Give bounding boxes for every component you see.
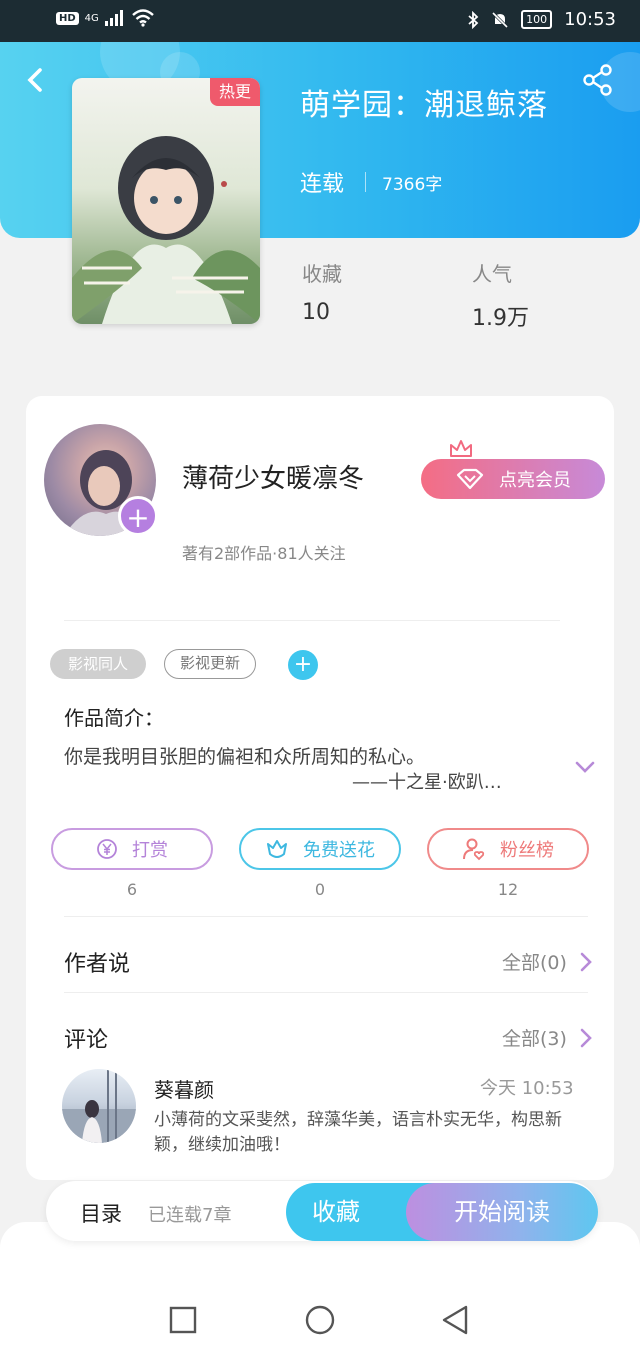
author-says-title: 作者说 — [64, 952, 131, 977]
avatar-illustration — [62, 1069, 136, 1143]
divider — [365, 172, 366, 192]
recent-apps-icon[interactable] — [169, 1306, 197, 1334]
fan-count: 12 — [497, 880, 519, 899]
popularity-label: 人气 — [472, 262, 512, 286]
yen-icon — [97, 839, 117, 859]
tip-label: 打赏 — [132, 840, 168, 861]
status-right: 100 10:53 — [467, 9, 616, 30]
start-reading-button[interactable]: 开始阅读 — [406, 1183, 598, 1241]
comments-more[interactable]: 全部(3) — [502, 1024, 593, 1051]
serial-status: 连载 — [300, 172, 345, 197]
tip-count: 6 — [126, 880, 138, 899]
fan-rank-label: 粉丝榜 — [500, 840, 554, 861]
comments-more-label: 全部(3) — [502, 1028, 567, 1050]
add-tag-button[interactable]: + — [288, 650, 318, 680]
home-icon[interactable] — [304, 1304, 336, 1336]
chevron-down-icon[interactable] — [574, 756, 596, 778]
comment-text: 小薄荷的文采斐然，辞藻华美，语言朴实无华，构思新颖，继续加油哦！ — [154, 1110, 562, 1155]
back-button[interactable] — [22, 60, 52, 100]
network-indicator: 4G — [84, 12, 99, 24]
author-says-more[interactable]: 全部(0) — [502, 948, 593, 975]
tip-button[interactable]: 打赏 — [51, 828, 213, 870]
intro-text: 你是我明目张胆的偏袒和众所周知的私心。 — [64, 746, 426, 768]
toc-button[interactable]: 目录 — [80, 1198, 122, 1228]
comments-title: 评论 — [64, 1028, 109, 1053]
flower-count: 0 — [314, 880, 326, 899]
follow-author-button[interactable]: + — [118, 496, 158, 536]
intro-label: 作品简介： — [64, 706, 164, 730]
fan-rank-button[interactable]: 粉丝榜 — [427, 828, 589, 870]
bluetooth-icon — [468, 10, 479, 29]
chevron-right-icon — [580, 952, 592, 971]
hd-indicator: HD — [56, 11, 79, 25]
hot-update-badge: 热更 — [210, 78, 260, 106]
divider — [64, 992, 588, 993]
user-heart-icon — [463, 838, 485, 861]
clock: 10:53 — [564, 9, 616, 30]
battery-icon: 100 — [521, 10, 553, 29]
author-name: 薄荷少女暖凛冬 — [182, 464, 365, 494]
send-flower-label: 免费送花 — [303, 840, 375, 861]
favorites-value: 10 — [302, 300, 330, 325]
back-triangle-icon[interactable] — [440, 1304, 470, 1336]
mute-bell-icon — [492, 11, 509, 28]
word-count: 7366字 — [382, 175, 443, 195]
book-title: 萌学园：潮退鲸落 — [300, 88, 548, 123]
status-left: HD 4G — [56, 9, 155, 27]
crown-icon — [450, 440, 472, 457]
book-cover[interactable] — [72, 78, 260, 324]
share-icon[interactable] — [580, 62, 616, 98]
send-flower-button[interactable]: 免费送花 — [239, 828, 401, 870]
comment-time: 今天 10:53 — [480, 1078, 574, 1099]
flower-icon — [267, 840, 287, 858]
commenter-avatar[interactable] — [62, 1069, 136, 1143]
divider — [64, 620, 560, 621]
author-says-more-label: 全部(0) — [502, 952, 567, 974]
chevron-left-icon — [27, 68, 42, 92]
vip-button[interactable]: 点亮会员 — [421, 459, 605, 499]
intro-signature: ——十之星·欧趴… — [352, 772, 502, 793]
status-bar: HD 4G 100 10:53 — [0, 0, 640, 42]
popularity-value: 1.9万 — [472, 306, 529, 331]
author-meta: 著有2部作品·81人关注 — [182, 544, 346, 563]
chevron-right-icon — [580, 1028, 592, 1047]
signal-icon — [104, 10, 123, 26]
favorites-label: 收藏 — [302, 262, 342, 286]
chapter-count: 已连载7章 — [148, 1205, 232, 1226]
commenter-name[interactable]: 葵暮颜 — [154, 1074, 214, 1103]
vip-label: 点亮会员 — [499, 470, 571, 491]
cover-illustration — [72, 136, 260, 324]
system-nav-bar — [0, 1222, 640, 1351]
wifi-icon — [131, 9, 154, 27]
diamond-icon — [456, 468, 484, 490]
tag-film-update[interactable]: 影视更新 — [164, 649, 256, 679]
divider — [64, 916, 588, 917]
tag-film-fanfic[interactable]: 影视同人 — [50, 649, 146, 679]
